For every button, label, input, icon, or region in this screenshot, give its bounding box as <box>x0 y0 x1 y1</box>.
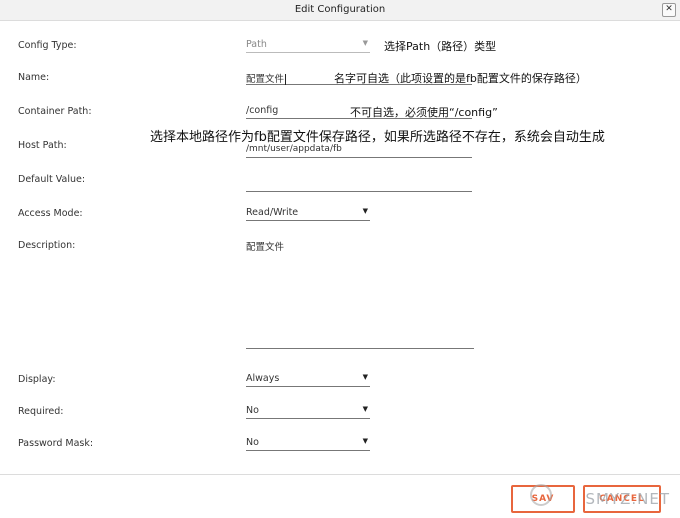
display-label: Display: <box>18 374 56 385</box>
container-path-label: Container Path: <box>18 106 92 117</box>
chevron-down-icon: ▼ <box>362 207 368 215</box>
dialog-title: Edit Configuration <box>294 4 386 15</box>
description-value: 配置文件 <box>246 242 285 253</box>
default-value-input[interactable] <box>246 177 472 192</box>
container-path-value: /config <box>246 105 279 116</box>
password-mask-select[interactable]: No ▼ <box>246 436 370 451</box>
watermark: SMYZ.NET <box>585 490 670 508</box>
access-mode-label: Access Mode: <box>18 208 83 219</box>
name-annotation: 名字可自选（此项设置的是fb配置文件的保存路径） <box>334 72 587 85</box>
chevron-down-icon: ▼ <box>362 373 368 381</box>
password-mask-label: Password Mask: <box>18 438 94 449</box>
name-label: Name: <box>18 72 50 83</box>
watermark-logo-icon <box>530 484 552 506</box>
footer-divider <box>0 474 680 475</box>
text-cursor <box>285 74 287 85</box>
required-value: No <box>246 405 259 416</box>
display-value: Always <box>246 373 280 384</box>
chevron-down-icon: ▼ <box>362 405 368 413</box>
description-textarea[interactable]: 配置文件 <box>246 238 474 349</box>
config-type-value: Path <box>246 39 267 50</box>
required-label: Required: <box>18 406 64 417</box>
host-path-label: Host Path: <box>18 140 67 151</box>
access-mode-value: Read/Write <box>246 207 299 218</box>
dialog-titlebar: Edit Configuration ✕ <box>0 0 680 21</box>
description-label: Description: <box>18 240 76 251</box>
config-type-label: Config Type: <box>18 40 77 51</box>
host-path-value: /mnt/user/appdata/fb <box>246 144 342 154</box>
chevron-down-icon: ▼ <box>362 39 368 47</box>
name-value: 配置文件 <box>246 74 285 85</box>
config-type-annotation: 选择Path（路径）类型 <box>384 40 497 53</box>
container-path-annotation: 不可自选，必须使用“/config” <box>350 106 498 119</box>
edit-configuration-dialog: Edit Configuration ✕ Config Type: Path ▼… <box>0 0 680 518</box>
display-select[interactable]: Always ▼ <box>246 372 370 387</box>
config-type-select[interactable]: Path ▼ <box>246 38 370 53</box>
close-icon[interactable]: ✕ <box>662 3 676 17</box>
chevron-down-icon: ▼ <box>362 437 368 445</box>
required-select[interactable]: No ▼ <box>246 404 370 419</box>
default-value-label: Default Value: <box>18 174 86 185</box>
host-path-input[interactable]: /mnt/user/appdata/fb <box>246 143 472 158</box>
access-mode-select[interactable]: Read/Write ▼ <box>246 206 370 221</box>
password-mask-value: No <box>246 437 259 448</box>
